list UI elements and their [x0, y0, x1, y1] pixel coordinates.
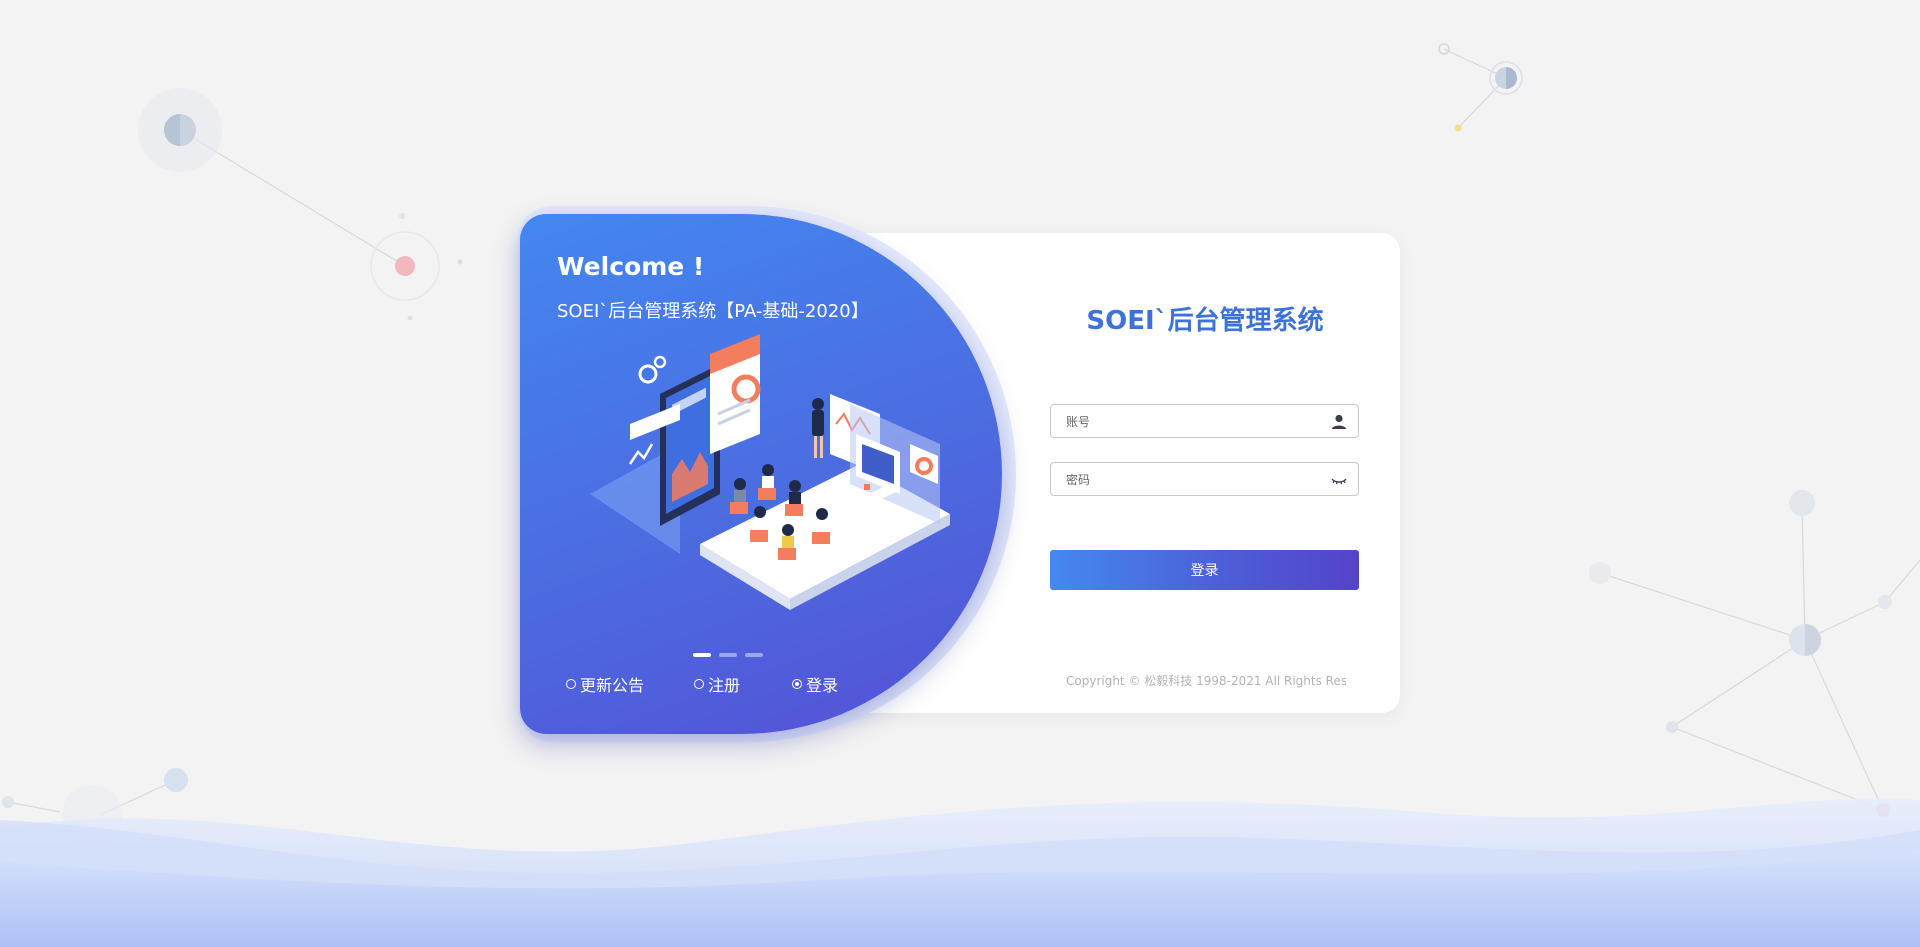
- welcome-heading: Welcome !: [557, 252, 705, 281]
- user-icon: [1332, 414, 1346, 429]
- nav-register[interactable]: 注册: [694, 672, 792, 696]
- panel-nav: 更新公告 注册 登录: [566, 672, 838, 696]
- username-input[interactable]: [1051, 405, 1328, 439]
- nav-announcements[interactable]: 更新公告: [566, 672, 694, 696]
- login-button[interactable]: 登录: [1050, 550, 1359, 590]
- radio-icon: [566, 679, 576, 689]
- nav-announcements-label: 更新公告: [580, 676, 645, 695]
- password-field: [1050, 462, 1359, 497]
- copyright-text: Copyright © 松毅科技 1998-2021 All Rights Re…: [1066, 674, 1346, 688]
- carousel-indicators: [693, 653, 763, 657]
- username-field: [1050, 404, 1359, 439]
- system-subtitle: SOEI`后台管理系统【PA-基础-2020】: [557, 301, 869, 322]
- nav-register-label: 注册: [708, 676, 741, 695]
- nav-login[interactable]: 登录: [792, 672, 838, 696]
- eye-closed-icon[interactable]: [1330, 471, 1348, 489]
- radio-icon: [694, 679, 704, 689]
- login-page: Welcome ! SOEI`后台管理系统【PA-基础-2020】 更新公告 注…: [0, 0, 1920, 947]
- nav-login-label: 登录: [806, 676, 839, 695]
- password-input[interactable]: [1051, 463, 1328, 497]
- carousel-dot-1[interactable]: [693, 653, 711, 657]
- form-title: SOEI`后台管理系统: [1086, 306, 1324, 336]
- meeting-illustration: [590, 334, 950, 610]
- carousel-dot-3[interactable]: [745, 653, 763, 657]
- carousel-dot-2[interactable]: [719, 653, 737, 657]
- radio-checked-icon: [792, 679, 802, 689]
